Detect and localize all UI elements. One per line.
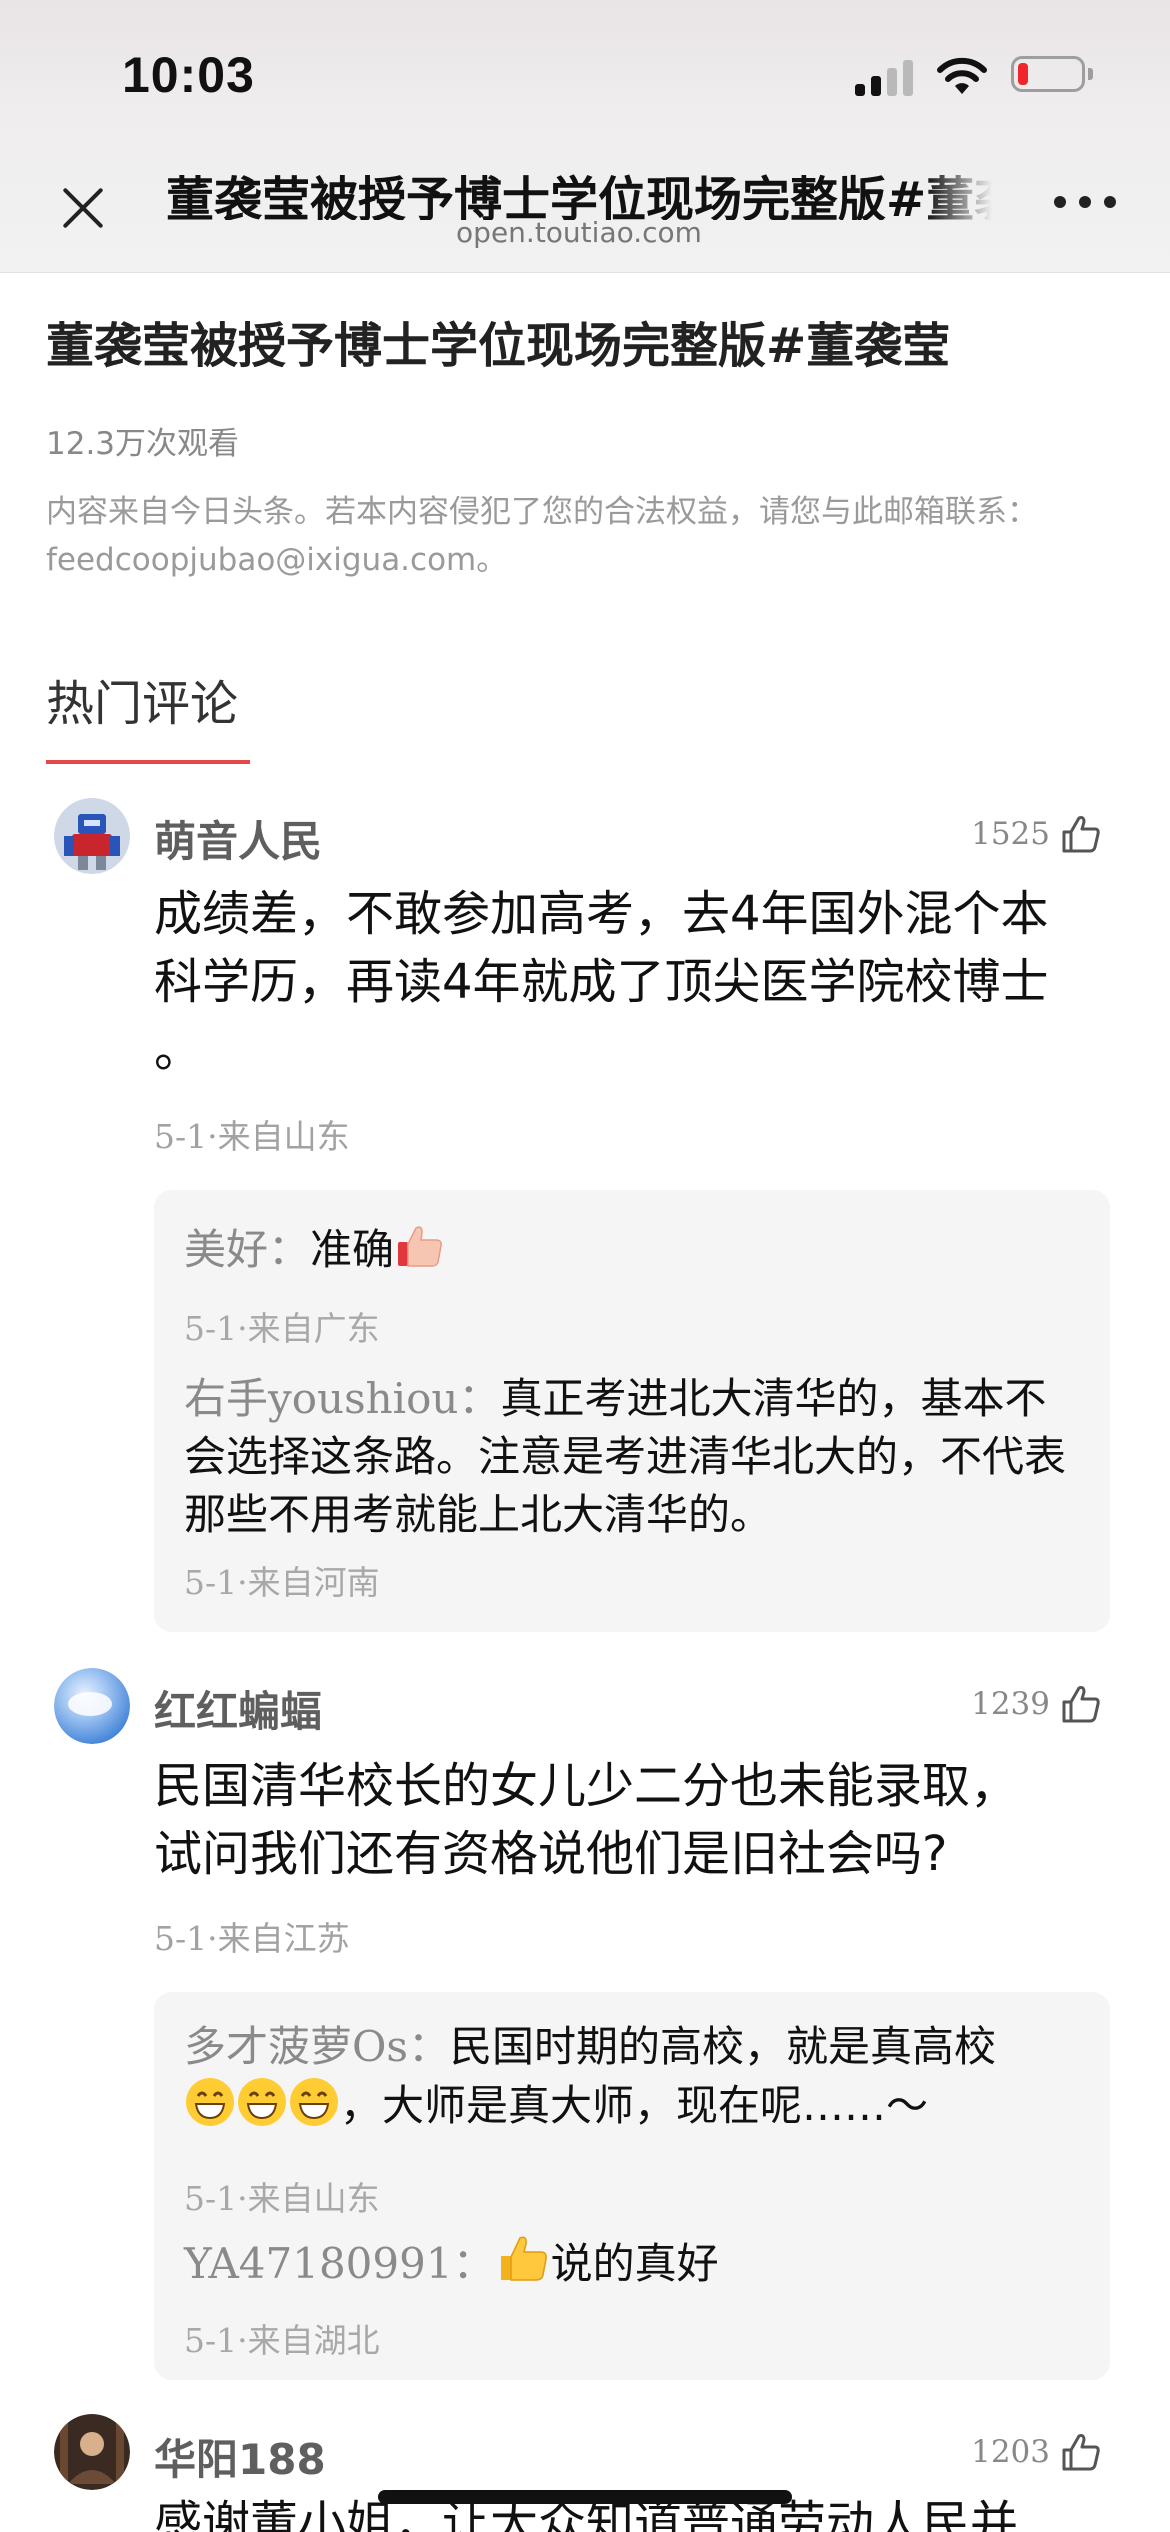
- top-bar: 10:03 董袭莹被授予博士学位现场完整版#董袭莹 open.toutiao.c…: [0, 0, 1170, 273]
- more-dots-icon[interactable]: [1054, 196, 1118, 212]
- close-icon[interactable]: [52, 176, 116, 240]
- reply-box[interactable]: 美好：准确 5-1·来自广东 右手youshiou：真正考进北大清华的，基本不会…: [154, 1190, 1110, 1632]
- thumbs-up-icon: [1062, 816, 1100, 853]
- reply-meta: 5-1·来自山东: [184, 2179, 380, 2218]
- cellular-signal-icon: [855, 60, 915, 96]
- reply-item: 多才菠萝Os：民国时期的高校，就是真高校 ，大师是真大师，现在呢……～: [184, 2022, 997, 2130]
- home-indicator[interactable]: [378, 2490, 792, 2504]
- comment-username[interactable]: 萌音人民: [154, 808, 322, 869]
- avatar[interactable]: [54, 798, 130, 874]
- nav-title: 董袭莹被授予博士学位现场完整版#董袭莹: [166, 172, 992, 220]
- reply-item: 美好：准确: [184, 1220, 1084, 1279]
- like-count: 1239: [971, 1686, 1050, 1722]
- comment-text: 成绩差，不敢参加高考，去4年国外混个本 科学历，再读4年就成了顶尖医学院校博士 …: [154, 886, 1049, 1078]
- avatar[interactable]: [54, 1668, 130, 1744]
- avatar[interactable]: [54, 2414, 130, 2490]
- hot-comments-title: 热门评论: [46, 676, 239, 732]
- copyright-notice: 内容来自今日头条。若本内容侵犯了您的合法权益，请您与此邮箱联系：feedcoop…: [46, 494, 1038, 578]
- like-button[interactable]: 1203: [971, 2432, 1102, 2472]
- reply-meta: 5-1·来自河南: [184, 1563, 380, 1602]
- comment-meta: 5-1·来自山东: [154, 1117, 350, 1156]
- grinning-emoji-icon: [238, 2078, 286, 2126]
- thumbs-up-emoji-icon: [398, 1226, 442, 1267]
- reply-box[interactable]: 多才菠萝Os：民国时期的高校，就是真高校 ，大师是真大师，现在呢……～ 5-1·…: [154, 1992, 1110, 2380]
- like-button[interactable]: 1239: [971, 1684, 1102, 1724]
- nav-url: open.toutiao.com: [456, 216, 702, 249]
- reply-item: YA47180991： 说的真好: [184, 2230, 1084, 2293]
- view-count: 12.3万次观看: [46, 426, 240, 462]
- reply-item: 右手youshiou：真正考进北大清华的，基本不会选择这条路。注意是考进清华北大…: [184, 1374, 1067, 1539]
- comment-username[interactable]: 红红蝙蝠: [154, 1678, 322, 1739]
- grinning-emoji-icon: [186, 2078, 234, 2126]
- comment-text: 民国清华校长的女儿少二分也未能录取， 试问我们还有资格说他们是旧社会吗?: [154, 1758, 1019, 1882]
- status-time: 10:03: [122, 47, 255, 103]
- like-button[interactable]: 1525: [971, 814, 1102, 854]
- battery-tip: [1088, 68, 1093, 80]
- comment-meta: 5-1·来自江苏: [154, 1919, 350, 1958]
- reply-meta: 5-1·来自湖北: [184, 2321, 380, 2360]
- thumbs-up-emoji-icon: [500, 2236, 547, 2281]
- reply-meta: 5-1·来自广东: [184, 1309, 380, 1348]
- section-underline: [46, 760, 250, 764]
- grinning-emoji-icon: [290, 2078, 338, 2126]
- thumbs-up-icon: [1062, 1686, 1100, 1723]
- like-count: 1525: [971, 816, 1050, 852]
- battery-low-icon: [1011, 56, 1085, 92]
- like-count: 1203: [971, 2434, 1050, 2470]
- wifi-icon: [937, 57, 987, 94]
- comment-username[interactable]: 华阳188: [154, 2426, 326, 2487]
- thumbs-up-icon: [1062, 2434, 1100, 2471]
- article-title: 董袭莹被授予博士学位现场完整版#董袭莹: [46, 318, 951, 374]
